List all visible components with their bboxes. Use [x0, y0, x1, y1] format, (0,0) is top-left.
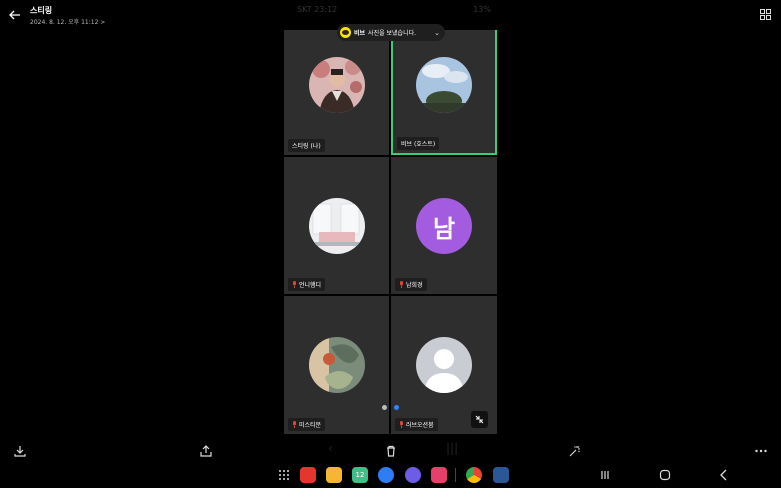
back-arrow-icon[interactable]	[8, 8, 22, 22]
taskbar-divider	[455, 468, 456, 482]
recents-nav-icon[interactable]	[597, 467, 613, 483]
participant-name: 스티링 (나)	[288, 139, 325, 152]
avatar	[308, 57, 365, 113]
home-nav-icon[interactable]	[657, 467, 673, 483]
participant-tile[interactable]: 미스티문	[284, 296, 389, 434]
word-app-icon[interactable]	[493, 467, 509, 483]
my-files-app-icon[interactable]	[326, 467, 342, 483]
mic-muted-icon	[293, 421, 296, 428]
toast-message: 사진을 보냈습니다.	[368, 30, 417, 37]
avatar	[416, 57, 472, 113]
status-carrier: SKT 23:12	[297, 5, 338, 14]
avatar	[308, 337, 365, 393]
calendar-app-icon[interactable]: 12	[352, 467, 368, 483]
phone-back-icon: ‹	[328, 441, 333, 455]
default-avatar-icon	[416, 337, 472, 393]
participant-name: 미스티문	[288, 418, 326, 431]
messages-app-icon[interactable]	[378, 467, 394, 483]
minimize-button[interactable]	[471, 411, 488, 428]
internet-app-icon[interactable]	[405, 467, 421, 483]
share-icon[interactable]	[199, 444, 213, 458]
collapse-arrows-icon	[475, 415, 484, 424]
avatar	[308, 198, 365, 254]
status-battery: 13%	[473, 5, 491, 14]
message-toast[interactable]: 비브 사진을 보냈습니다. ⌄	[337, 24, 445, 41]
participant-tile-active[interactable]: 비브 (호스트)	[391, 30, 497, 155]
page-indicator-dot-active	[394, 405, 399, 410]
screen-recorder-app-icon[interactable]	[431, 467, 447, 483]
grid-view-icon[interactable]	[760, 9, 771, 20]
participant-tile[interactable]: 스티링 (나)	[284, 30, 389, 155]
status-bar: SKT 23:12 13%	[284, 0, 497, 18]
phone-screenshot: SKT 23:12 13% 스티링 (나) 비브 (호스트) 언니햄디 남 남희…	[284, 0, 497, 460]
app-drawer-icon[interactable]	[276, 467, 292, 483]
back-nav-icon[interactable]	[716, 467, 732, 483]
kakaotalk-icon	[340, 27, 351, 38]
mic-muted-icon	[400, 281, 403, 288]
participant-tile[interactable]: 남 남희경	[391, 157, 497, 294]
page-indicator-dot	[382, 405, 387, 410]
phone-recents-icon: |||	[446, 441, 459, 455]
delete-icon[interactable]	[384, 444, 398, 458]
chevron-down-icon[interactable]: ⌄	[434, 29, 440, 37]
screenshot-date[interactable]: 2024. 8. 12. 오후 11:12 >	[30, 17, 105, 26]
participant-name: 언니햄디	[288, 278, 326, 291]
flipboard-app-icon[interactable]	[300, 467, 316, 483]
participant-name: 남희경	[395, 278, 427, 291]
chrome-app-icon[interactable]	[466, 467, 482, 483]
ai-edit-icon[interactable]	[568, 444, 582, 458]
download-icon[interactable]	[13, 444, 27, 458]
screenshot-title: 스티링	[30, 6, 53, 15]
participant-name: 비브 (호스트)	[397, 137, 440, 150]
avatar-initial: 남	[416, 198, 472, 254]
mic-muted-icon	[293, 281, 296, 288]
participant-tile[interactable]: 언니햄디	[284, 157, 389, 294]
participant-name: 러브오션붐	[395, 418, 438, 431]
more-options-icon[interactable]	[754, 444, 768, 458]
mic-muted-icon	[400, 421, 403, 428]
toast-sender: 비브	[354, 30, 366, 37]
